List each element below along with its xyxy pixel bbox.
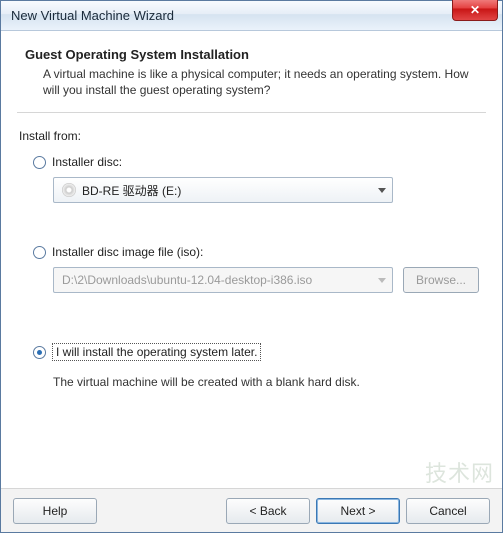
content-area: Guest Operating System Installation A vi… — [1, 31, 502, 488]
footer: Help < Back Next > Cancel — [1, 488, 502, 532]
option-install-later[interactable]: I will install the operating system late… — [33, 343, 486, 361]
spacer — [17, 221, 486, 245]
install-later-note: The virtual machine will be created with… — [53, 375, 486, 389]
window-title: New Virtual Machine Wizard — [1, 8, 174, 23]
close-icon: ✕ — [470, 3, 480, 17]
browse-button: Browse... — [403, 267, 479, 293]
header-title: Guest Operating System Installation — [25, 47, 482, 62]
radio-iso[interactable] — [33, 246, 46, 259]
disc-drive-select[interactable]: BD-RE 驱动器 (E:) — [53, 177, 393, 203]
header-description: A virtual machine is like a physical com… — [25, 66, 482, 98]
footer-right: < Back Next > Cancel — [226, 498, 490, 524]
next-button[interactable]: Next > — [316, 498, 400, 524]
option-installer-disc[interactable]: Installer disc: — [33, 155, 486, 169]
install-from-label: Install from: — [19, 129, 486, 143]
radio-install-later[interactable] — [33, 346, 46, 359]
iso-row: D:\2\Downloads\ubuntu-12.04-desktop-i386… — [53, 267, 486, 293]
spacer — [17, 323, 486, 343]
iso-path-value: D:\2\Downloads\ubuntu-12.04-desktop-i386… — [62, 273, 312, 287]
iso-path-select: D:\2\Downloads\ubuntu-12.04-desktop-i386… — [53, 267, 393, 293]
titlebar: New Virtual Machine Wizard ✕ — [1, 1, 502, 31]
wizard-window: New Virtual Machine Wizard ✕ Guest Opera… — [0, 0, 503, 533]
option-iso[interactable]: Installer disc image file (iso): — [33, 245, 486, 259]
help-button[interactable]: Help — [13, 498, 97, 524]
disc-drive-value: BD-RE 驱动器 (E:) — [82, 182, 181, 199]
spacer — [17, 389, 486, 484]
wizard-header: Guest Operating System Installation A vi… — [17, 41, 486, 113]
option-installer-disc-label: Installer disc: — [52, 155, 122, 169]
chevron-down-icon — [378, 278, 386, 283]
radio-installer-disc[interactable] — [33, 156, 46, 169]
option-iso-label: Installer disc image file (iso): — [52, 245, 203, 259]
chevron-down-icon — [378, 188, 386, 193]
close-button[interactable]: ✕ — [452, 0, 498, 21]
cancel-button[interactable]: Cancel — [406, 498, 490, 524]
disc-icon — [62, 183, 76, 197]
option-install-later-label: I will install the operating system late… — [52, 343, 261, 361]
back-button[interactable]: < Back — [226, 498, 310, 524]
